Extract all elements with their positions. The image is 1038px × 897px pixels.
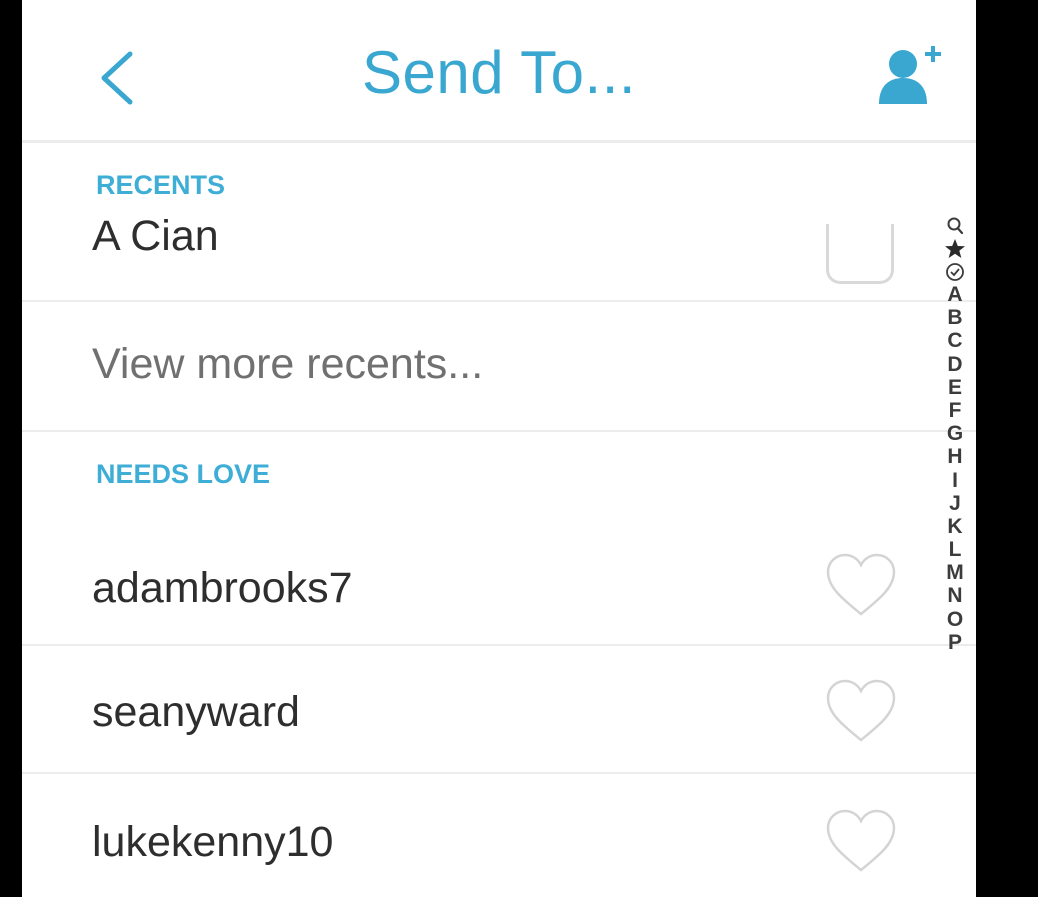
view-more-recents-row[interactable]: View more recents... xyxy=(22,302,922,430)
index-letter-i[interactable]: I xyxy=(938,469,972,492)
divider xyxy=(22,430,976,432)
view-more-recents-link[interactable]: View more recents... xyxy=(92,340,483,389)
index-letters: ABCDEFGHIJKLMNOP xyxy=(938,283,972,654)
add-friend-button[interactable] xyxy=(875,42,947,106)
left-frame-edge xyxy=(0,0,22,897)
section-header-needs-love: NEEDS LOVE xyxy=(96,459,271,489)
index-letter-a[interactable]: A xyxy=(938,283,972,306)
index-letter-d[interactable]: D xyxy=(938,353,972,376)
index-letter-c[interactable]: C xyxy=(938,329,972,352)
contact-name: adambrooks7 xyxy=(92,564,353,612)
index-letter-m[interactable]: M xyxy=(938,561,972,584)
search-icon[interactable] xyxy=(938,214,972,237)
contact-name: seanyward xyxy=(92,688,300,736)
index-letter-k[interactable]: K xyxy=(938,515,972,538)
heart-icon[interactable] xyxy=(822,806,900,876)
contact-name: lukekenny10 xyxy=(92,818,334,866)
index-letter-n[interactable]: N xyxy=(938,584,972,607)
list-item-needs-love[interactable]: adambrooks7 xyxy=(22,520,922,644)
contact-name: A Cian xyxy=(92,212,219,260)
alphabet-index[interactable]: ABCDEFGHIJKLMNOP xyxy=(938,214,972,654)
star-icon[interactable] xyxy=(938,237,972,260)
heart-icon[interactable] xyxy=(822,550,900,620)
index-letter-p[interactable]: P xyxy=(938,631,972,654)
heart-icon[interactable] xyxy=(822,676,900,746)
add-friend-icon xyxy=(879,46,941,104)
list-item-needs-love[interactable]: seanyward xyxy=(22,646,922,772)
index-letter-e[interactable]: E xyxy=(938,376,972,399)
list-item-recent[interactable]: A Cian xyxy=(22,212,922,300)
check-circle-icon[interactable] xyxy=(938,260,972,283)
list-item-needs-love[interactable]: lukekenny10 xyxy=(22,774,922,897)
select-checkbox[interactable] xyxy=(826,224,894,284)
send-to-screen: Send To... RECENTS A Cian View more rece… xyxy=(22,0,976,897)
index-letter-b[interactable]: B xyxy=(938,306,972,329)
right-frame-edge xyxy=(976,0,1038,897)
index-letter-h[interactable]: H xyxy=(938,445,972,468)
index-letter-f[interactable]: F xyxy=(938,399,972,422)
index-letter-g[interactable]: G xyxy=(938,422,972,445)
index-letter-j[interactable]: J xyxy=(938,492,972,515)
section-header-recents: RECENTS xyxy=(96,170,226,200)
index-letter-l[interactable]: L xyxy=(938,538,972,561)
page-title: Send To... xyxy=(361,39,637,106)
index-letter-o[interactable]: O xyxy=(938,608,972,631)
navigation-bar: Send To... xyxy=(22,0,976,143)
